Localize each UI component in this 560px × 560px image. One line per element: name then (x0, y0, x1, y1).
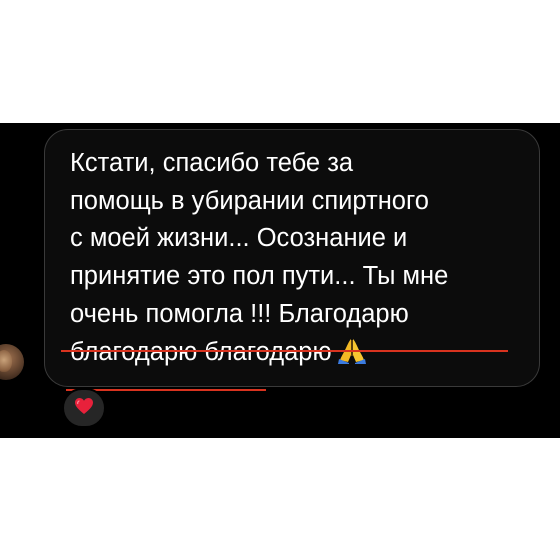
avatar-face (0, 350, 12, 372)
page: Кстати, спасибо тебе за помощь в убирани… (0, 0, 560, 560)
message-text: Кстати, спасибо тебе за помощь в убирани… (70, 145, 532, 375)
reaction-badge[interactable] (62, 388, 106, 428)
red-heart-icon (74, 397, 94, 420)
avatar[interactable] (0, 344, 24, 380)
highlight-underline (61, 350, 508, 352)
message-bubble[interactable]: Кстати, спасибо тебе за помощь в убирани… (44, 129, 540, 387)
message-body: Кстати, спасибо тебе за помощь в убирани… (70, 149, 449, 366)
chat-thread: Кстати, спасибо тебе за помощь в убирани… (0, 123, 560, 438)
folded-hands-icon (337, 336, 366, 376)
